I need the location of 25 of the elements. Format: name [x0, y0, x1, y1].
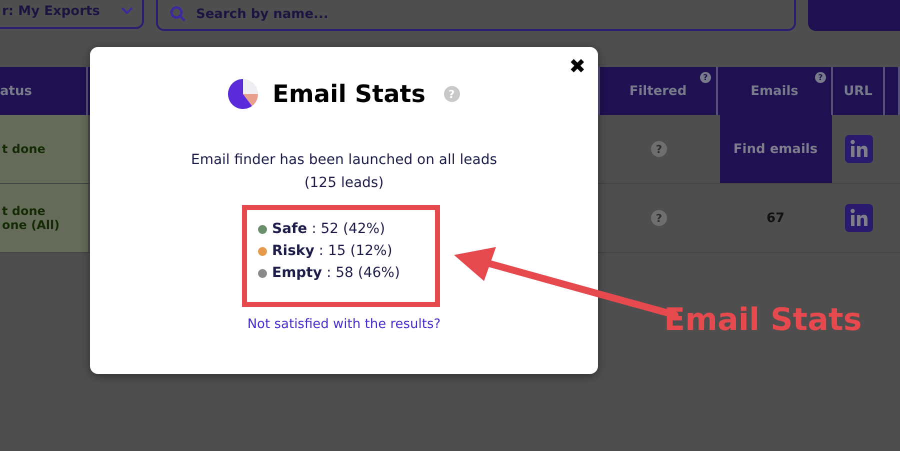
dialog-title: Email Stats: [272, 80, 426, 108]
linkedin-icon[interactable]: [845, 135, 873, 163]
column-header: Filtered ?: [600, 67, 718, 115]
column-header: URL: [833, 67, 885, 115]
leads-count: (125 leads): [304, 174, 384, 193]
search-field[interactable]: Search by name...: [156, 0, 796, 31]
search-icon: [170, 6, 186, 22]
help-icon: ?: [700, 72, 711, 83]
help-icon: ?: [815, 72, 826, 83]
stat-line: Risky : 15 (12%): [272, 243, 392, 259]
stat-line: Empty : 58 (46%): [272, 265, 400, 281]
linkedin-icon[interactable]: [845, 204, 873, 232]
email-count: 67: [766, 210, 785, 226]
results-link[interactable]: Not satisfied with the results?: [247, 317, 441, 332]
stat-line: Safe : 52 (42%): [272, 221, 386, 237]
pie-chart-icon: [228, 77, 258, 111]
dialog-message: Email finder has been launched on all leads: [190, 151, 498, 170]
annotation-label: Email Stats: [664, 302, 862, 338]
status-cell: t done one (All): [0, 184, 88, 252]
help-icon: ?: [651, 141, 667, 157]
find-emails-button[interactable]: Find emails: [720, 115, 832, 183]
status-cell: t done: [0, 115, 88, 183]
help-icon: ?: [651, 210, 667, 226]
chevron-down-icon: [120, 6, 134, 16]
close-button[interactable]: ✖: [569, 57, 586, 77]
